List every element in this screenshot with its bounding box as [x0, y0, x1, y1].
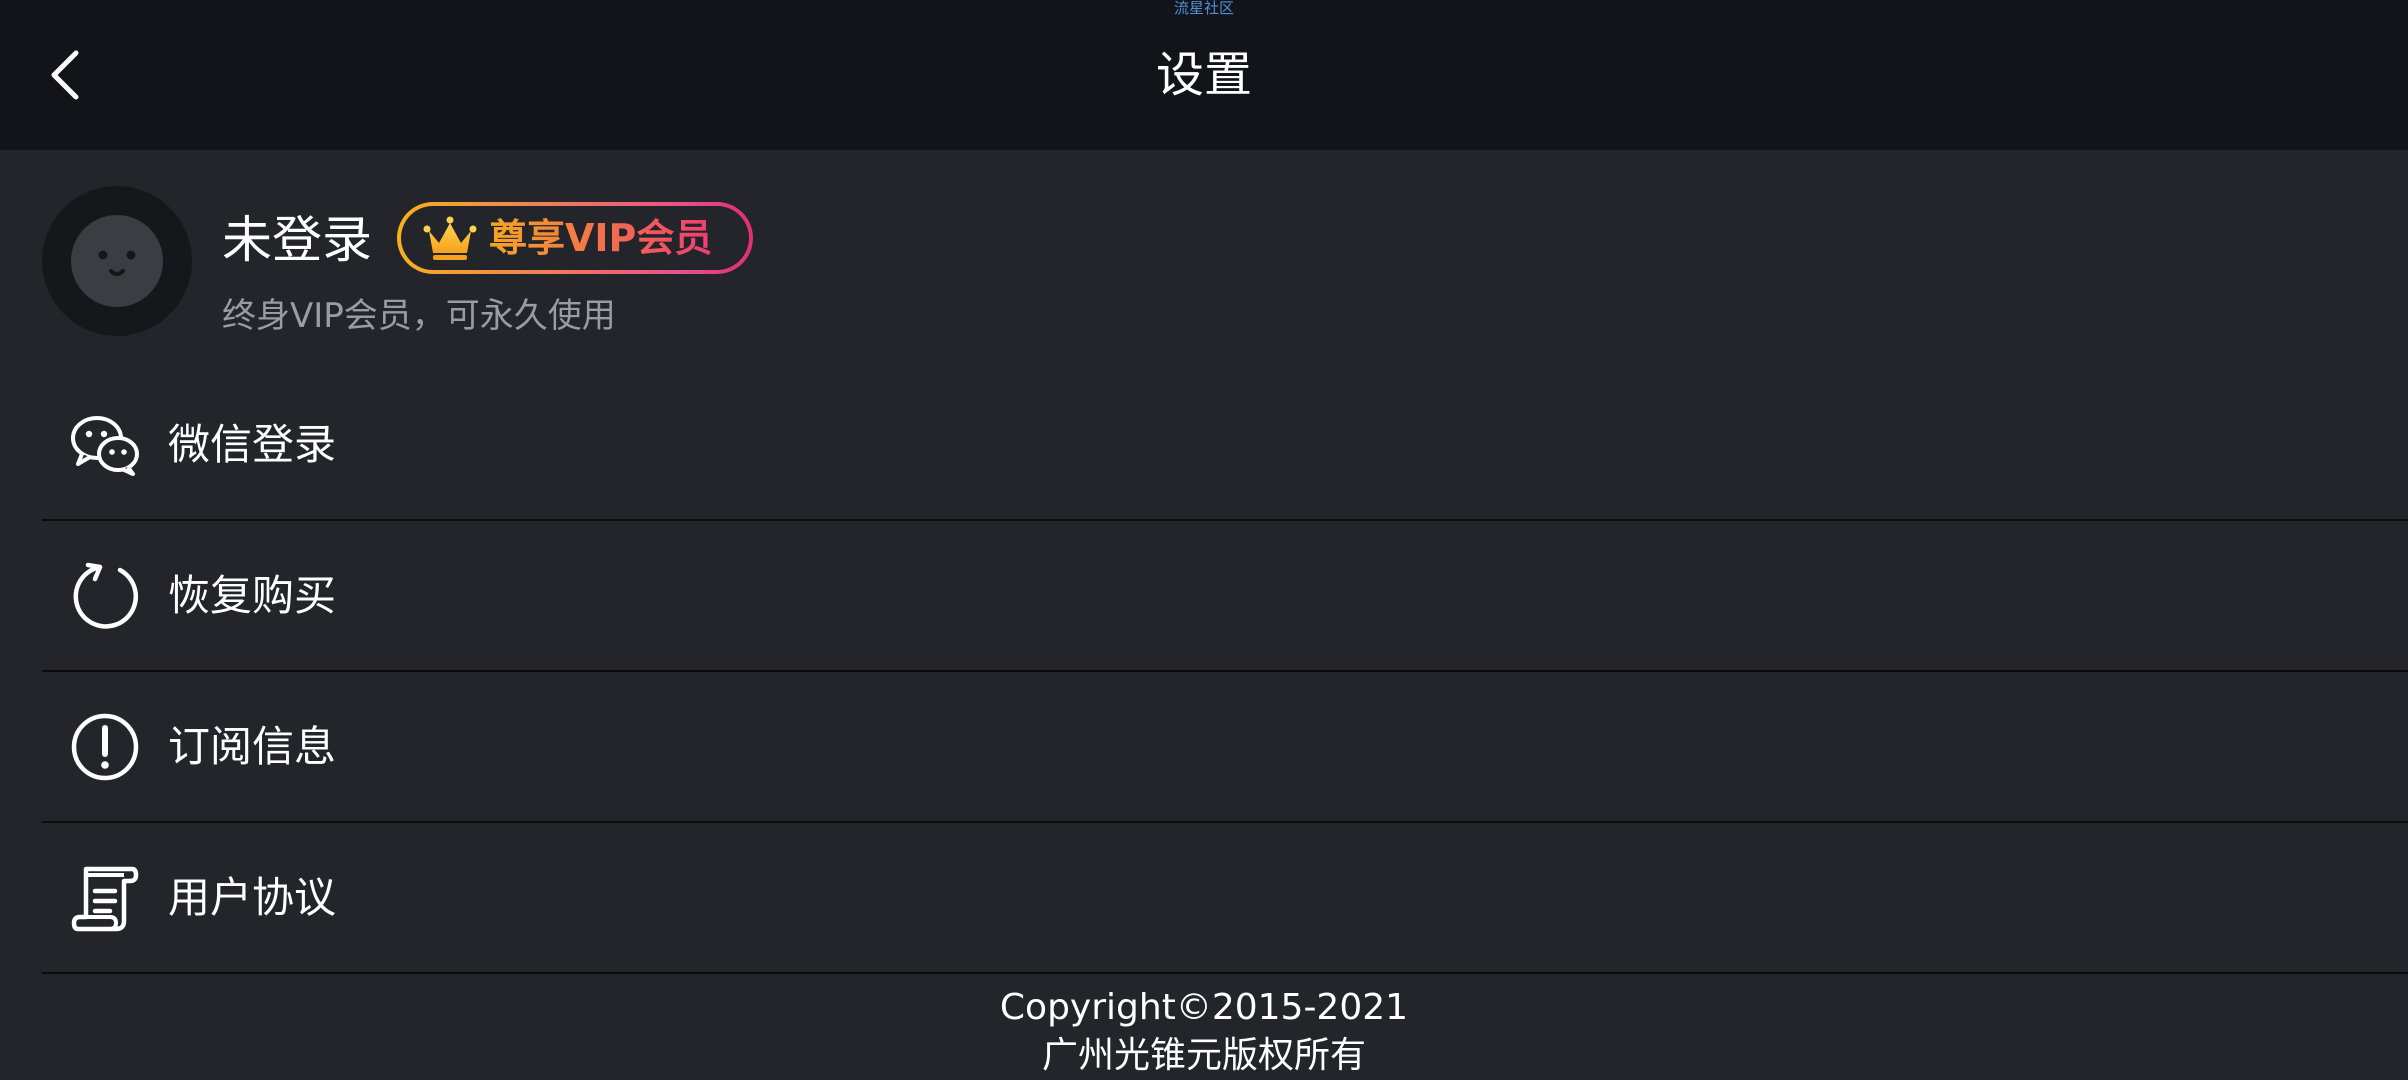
vip-description: 终身VIP会员，可永久使用	[222, 296, 616, 336]
face-avatar-icon	[71, 215, 163, 307]
menu-item-label: 订阅信息	[168, 721, 337, 771]
copyright-footer: Copyright©2015-2021 广州光锥元版权所有	[0, 984, 2408, 1080]
company-text: 广州光锥元版权所有	[1041, 1035, 1366, 1076]
page-title: 设置	[1155, 47, 1252, 103]
document-icon	[70, 863, 140, 933]
profile-section: 未登录 尊享VIP会员 终身VIP会员，可永久使用	[0, 150, 2408, 370]
menu-item-subscription-info[interactable]: 订阅信息	[42, 672, 2408, 823]
menu-item-label: 恢复购买	[168, 570, 337, 620]
menu-item-wechat-login[interactable]: 微信登录	[42, 370, 2408, 521]
settings-menu: 微信登录 恢复购买 订阅信息 用户协议	[42, 370, 2408, 974]
username-label[interactable]: 未登录	[222, 208, 372, 272]
menu-item-label: 用户协议	[168, 872, 337, 922]
vip-badge-button[interactable]: 尊享VIP会员	[397, 202, 753, 274]
menu-item-user-agreement[interactable]: 用户协议	[42, 823, 2408, 974]
crown-icon	[423, 216, 477, 260]
info-exclamation-icon	[70, 712, 140, 782]
top-bar: 流星社区 设置	[0, 0, 2408, 150]
copyright-text: Copyright©2015-2021	[999, 987, 1409, 1028]
wechat-icon	[70, 410, 140, 480]
avatar[interactable]	[42, 186, 192, 336]
menu-item-label: 微信登录	[168, 419, 337, 469]
refresh-icon	[70, 561, 140, 631]
watermark-text: 流星社区	[1173, 0, 1234, 17]
menu-item-restore-purchase[interactable]: 恢复购买	[42, 521, 2408, 672]
vip-badge-label: 尊享VIP会员	[489, 206, 712, 270]
